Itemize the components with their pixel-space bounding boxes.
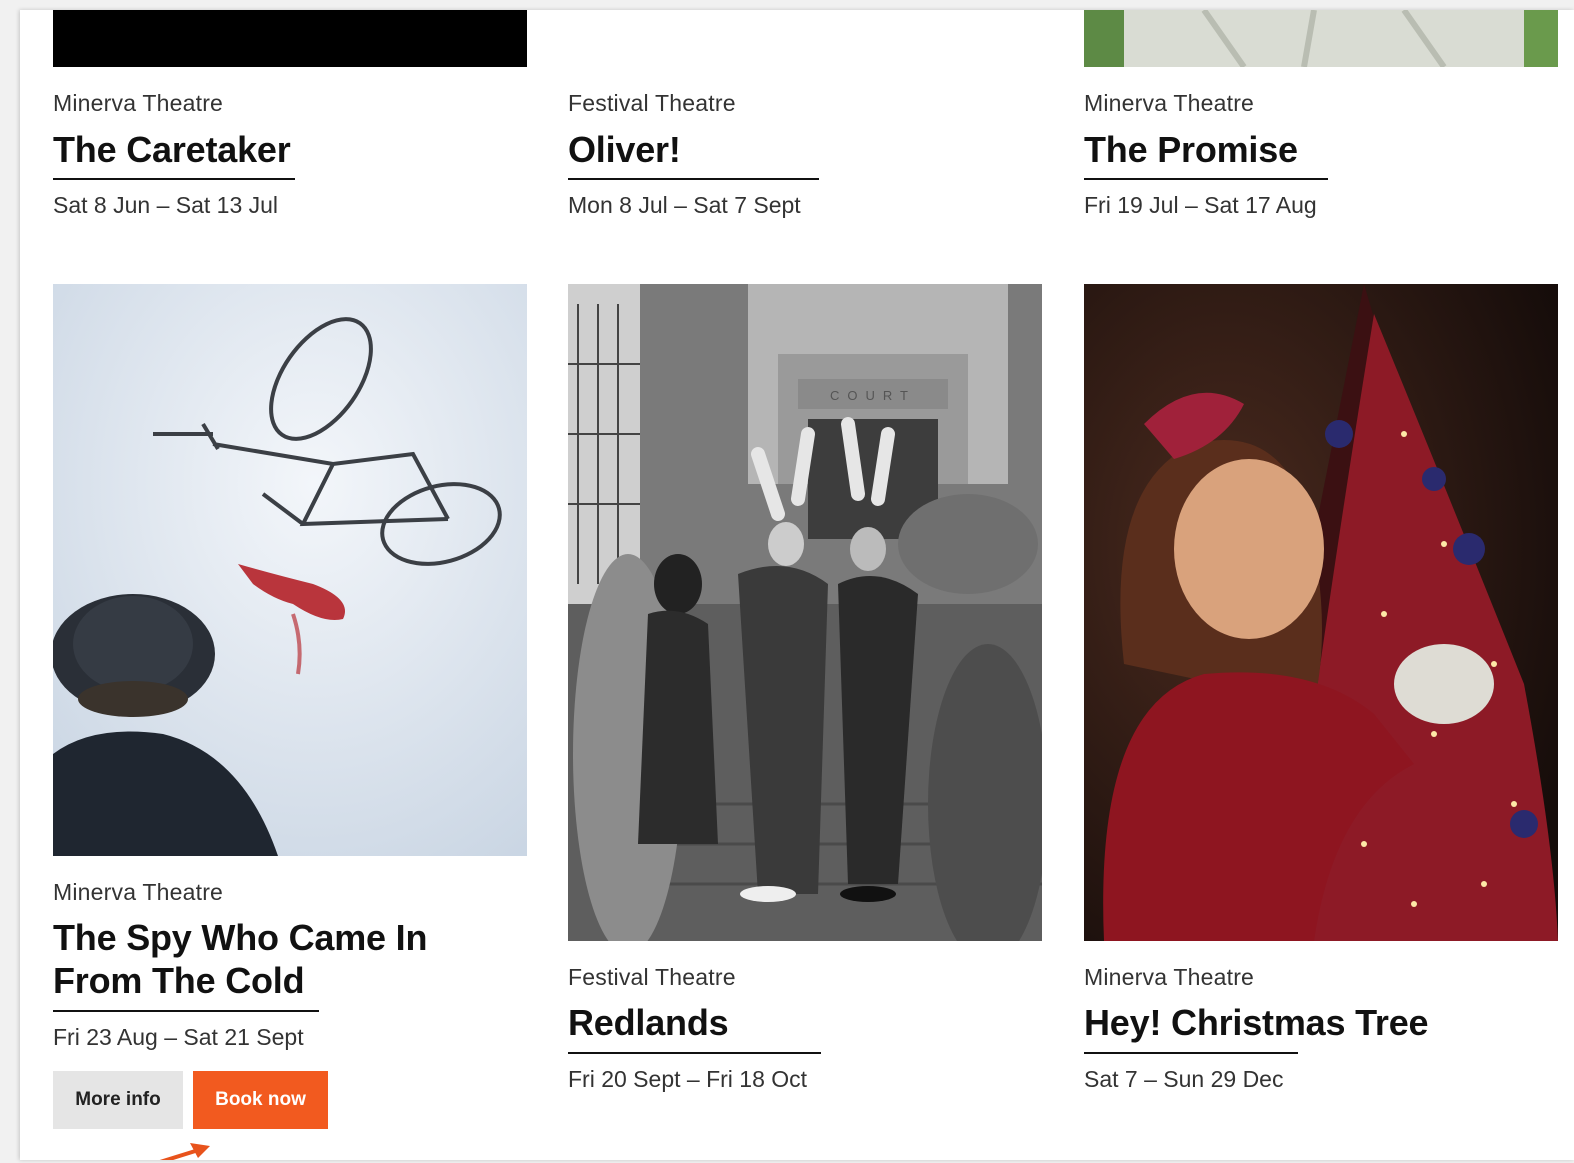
- show-venue: Festival Theatre: [568, 90, 736, 116]
- show-venue: Festival Theatre: [568, 964, 736, 990]
- title-underline: [1084, 1052, 1298, 1054]
- show-title[interactable]: The Caretaker: [53, 128, 291, 171]
- show-venue: Minerva Theatre: [1084, 964, 1255, 990]
- show-venue: Minerva Theatre: [53, 90, 224, 116]
- show-venue: Minerva Theatre: [1084, 90, 1255, 116]
- show-dates: Fri 19 Jul – Sat 17 Aug: [1084, 192, 1317, 218]
- spy-poster-image[interactable]: [53, 284, 527, 856]
- title-underline: [1084, 178, 1328, 180]
- show-venue: Minerva Theatre: [53, 879, 224, 905]
- title-underline: [53, 1010, 319, 1012]
- show-title-line: The Spy Who Came In: [53, 917, 428, 958]
- show-dates: Mon 8 Jul – Sat 7 Sept: [568, 192, 801, 218]
- cursor-arrow-icon: [159, 1143, 210, 1160]
- caretaker-image[interactable]: [53, 10, 527, 67]
- show-title[interactable]: The Spy Who Came In From The Cold: [53, 916, 427, 1002]
- show-title[interactable]: Redlands: [568, 1001, 729, 1044]
- title-underline: [53, 178, 295, 180]
- court-sign: COURT: [830, 388, 916, 403]
- title-underline: [568, 1052, 821, 1054]
- more-info-button[interactable]: More info: [53, 1071, 183, 1129]
- show-dates: Sat 7 – Sun 29 Dec: [1084, 1066, 1284, 1092]
- title-underline: [568, 178, 819, 180]
- show-title[interactable]: Oliver!: [568, 128, 681, 171]
- show-dates: Sat 8 Jun – Sat 13 Jul: [53, 192, 279, 218]
- promise-image[interactable]: [1084, 10, 1558, 67]
- show-title[interactable]: Hey! Christmas Tree: [1084, 1001, 1429, 1044]
- redlands-image[interactable]: COURT: [568, 284, 1042, 941]
- show-dates: Fri 23 Aug – Sat 21 Sept: [53, 1024, 304, 1050]
- show-title-line: From The Cold: [53, 960, 305, 1001]
- whats-on-page: Minerva Theatre The Caretaker Sat 8 Jun …: [20, 10, 1574, 1160]
- book-now-button[interactable]: Book now: [193, 1071, 328, 1129]
- show-dates: Fri 20 Sept – Fri 18 Oct: [568, 1066, 808, 1092]
- christmas-tree-image[interactable]: [1084, 284, 1558, 941]
- show-title[interactable]: The Promise: [1084, 128, 1298, 171]
